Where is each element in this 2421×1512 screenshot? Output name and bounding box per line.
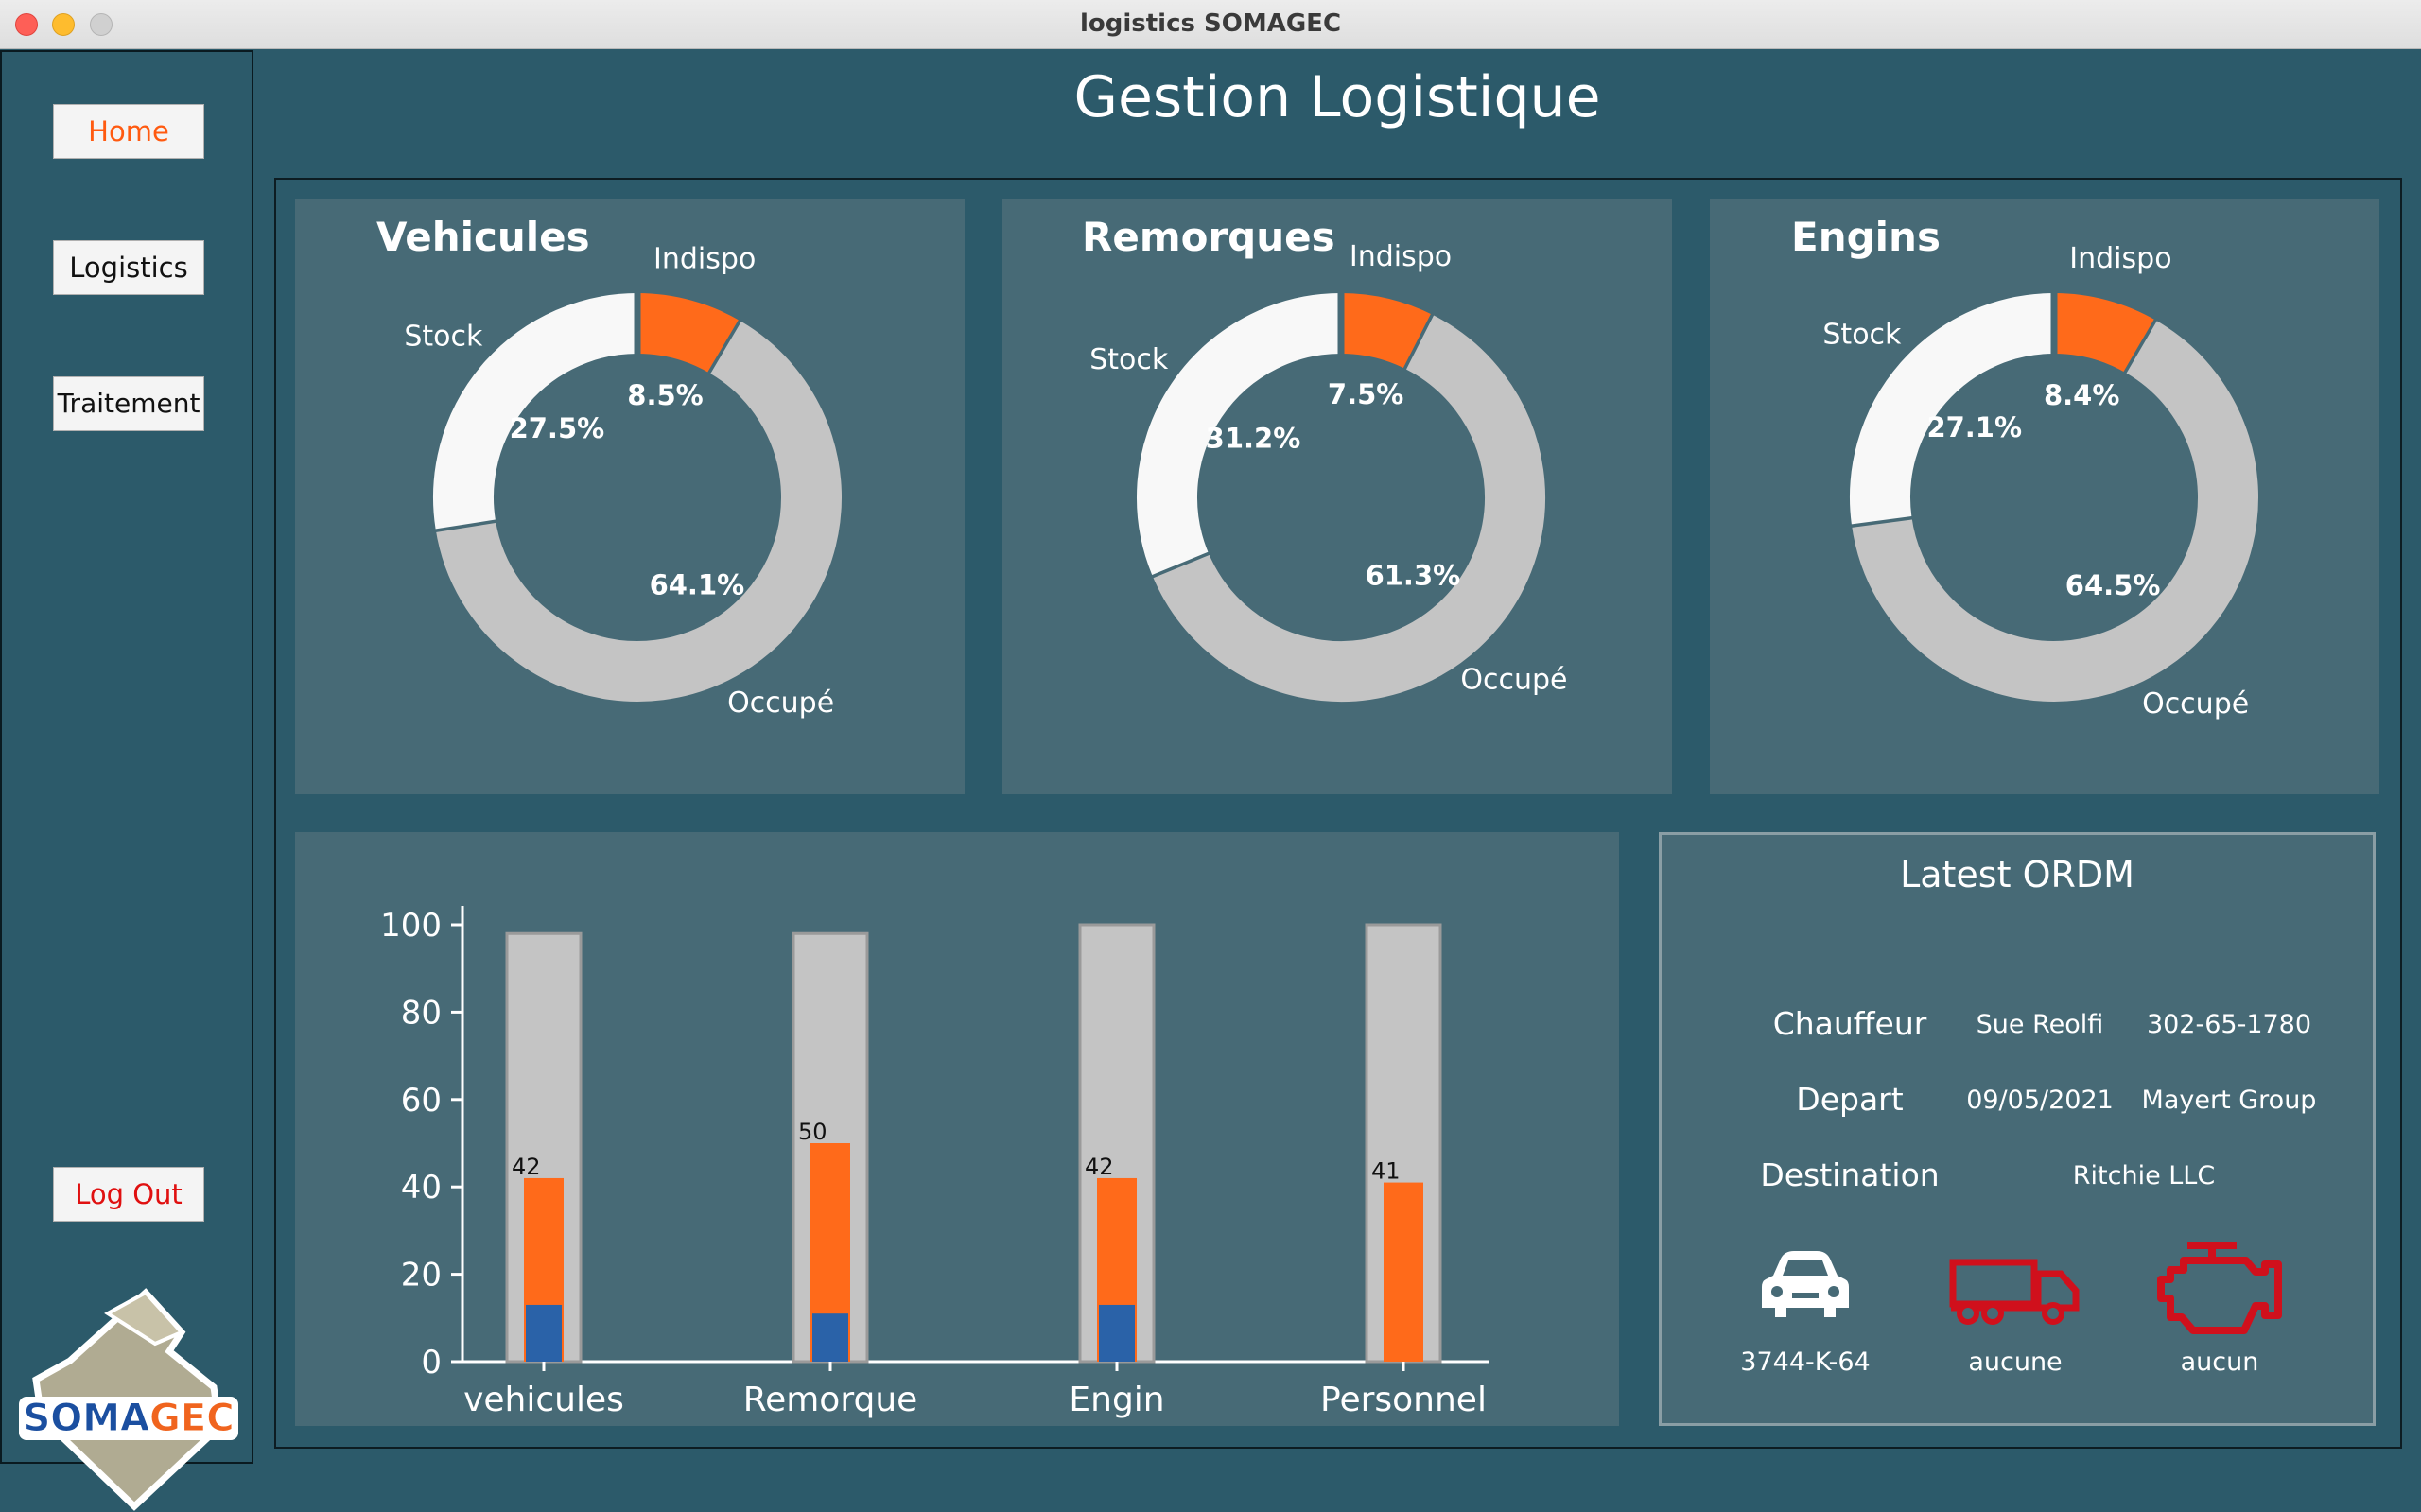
donut-percent-indispo: 8.5% xyxy=(627,379,703,411)
depart-label: Depart xyxy=(1796,1081,1904,1118)
ordm-title: Latest ORDM xyxy=(1900,854,2134,895)
donut-label-indispo: Indispo xyxy=(1350,240,1452,273)
bar-value-label-vehicules: 42 xyxy=(512,1154,541,1180)
car-icon xyxy=(1762,1251,1849,1317)
chauffeur-label: Chauffeur xyxy=(1772,1005,1927,1042)
y-tick-label: 80 xyxy=(401,994,442,1032)
donut-title-vehicules: Vehicules xyxy=(376,214,590,260)
bar-value-label-personnel: 41 xyxy=(1371,1158,1401,1185)
title-bar: logistics SOMAGEC xyxy=(0,0,2421,49)
depart-date: 09/05/2021 xyxy=(1966,1086,2114,1115)
sidebar: Home Logistics Traitement Log Out SOMAGE… xyxy=(0,50,253,1511)
donut-title-engins: Engins xyxy=(1791,214,1941,260)
donut-slice-indispo xyxy=(636,293,741,374)
donut-percent-stock: 27.1% xyxy=(1926,411,2022,443)
chauffeur-phone: 302-65-1780 xyxy=(2146,1010,2312,1039)
vehicle-plate: 3744-K-64 xyxy=(1740,1347,1871,1377)
capacity-bar-panel: 0 20 40 60 80 100 42 vehicules 50 Remorque 42 Engin… xyxy=(295,832,1619,1426)
bar-value-label-engin: 42 xyxy=(1085,1154,1114,1180)
truck-icon xyxy=(1949,1259,2080,1325)
x-tick-label-vehicules: vehicules xyxy=(463,1381,624,1419)
bar-used-personnel xyxy=(1384,1182,1423,1362)
capacity-bar-chart: 0 20 40 60 80 100 42 vehicules 50 Remorque 42 Engin… xyxy=(380,906,1489,1419)
donut-label-occupe: Occupé xyxy=(1460,664,1567,697)
donut-label-occupe: Occupé xyxy=(727,686,834,720)
vehicules-panel: Vehicules 8.5% Indispo 64.1% Occupé 27.5% Stoc… xyxy=(295,199,965,794)
chauffeur-name: Sue Reolfi xyxy=(1976,1010,2104,1039)
y-tick-label: 20 xyxy=(401,1257,442,1295)
donut-slice-indispo xyxy=(2053,293,2157,374)
x-tick-label-personnel: Personnel xyxy=(1320,1381,1487,1419)
y-tick-label: 100 xyxy=(380,907,442,945)
donut-label-occupe: Occupé xyxy=(2142,687,2249,721)
donut-percent-indispo: 8.4% xyxy=(2044,379,2119,411)
window-title: logistics SOMAGEC xyxy=(1079,9,1342,38)
traitement-button[interactable]: Traitement xyxy=(53,376,204,431)
logistics-button[interactable]: Logistics xyxy=(53,240,204,295)
bar-value-label-remorque: 50 xyxy=(798,1119,827,1145)
destination-label: Destination xyxy=(1760,1156,1940,1193)
donut-percent-stock: 31.2% xyxy=(1206,423,1301,455)
app-window: logistics SOMAGEC Home Logistics Traitem… xyxy=(0,0,2421,1511)
engins-panel: Engins 8.4% Indispo 64.5% Occupé 27.1% Stock xyxy=(1710,199,2379,794)
donut-percent-indispo: 7.5% xyxy=(1328,378,1403,410)
remorque-value: aucune xyxy=(1968,1347,2063,1377)
remorques-panel: Remorques 7.5% Indispo 61.3% Occupé 31.2% Stoc… xyxy=(1002,199,1672,794)
x-tick-label-engin: Engin xyxy=(1069,1381,1164,1419)
somagec-logo: SOMAGEC xyxy=(19,1288,238,1511)
y-tick-label: 60 xyxy=(401,1082,442,1120)
home-button[interactable]: Home xyxy=(53,104,204,159)
logout-button[interactable]: Log Out xyxy=(53,1167,204,1222)
engine-icon xyxy=(2157,1242,2282,1334)
donut-percent-occupe: 64.1% xyxy=(650,569,745,601)
donut-percent-occupe: 61.3% xyxy=(1366,559,1461,591)
bar-blue-vehicules xyxy=(526,1304,562,1362)
x-tick-label-remorque: Remorque xyxy=(743,1381,918,1419)
donut-label-indispo: Indispo xyxy=(2069,242,2171,275)
destination-value: Ritchie LLC xyxy=(2072,1161,2216,1190)
bar-blue-engin xyxy=(1099,1304,1135,1362)
bar-blue-remorque xyxy=(812,1313,848,1362)
y-tick-label: 0 xyxy=(421,1344,442,1382)
donut-label-indispo: Indispo xyxy=(653,242,756,275)
donut-percent-stock: 27.5% xyxy=(510,412,605,444)
donut-label-stock: Stock xyxy=(404,321,483,354)
logo-text: SOMAGEC xyxy=(23,1397,234,1440)
depart-place: Mayert Group xyxy=(2141,1086,2317,1115)
remorques-donut-chart: Remorques 7.5% Indispo 61.3% Occupé 31.2% Stoc… xyxy=(1082,214,1568,702)
vehicules-donut-chart: Vehicules 8.5% Indispo 64.1% Occupé 27.5% Stoc… xyxy=(376,214,842,720)
donut-percent-occupe: 64.5% xyxy=(2065,569,2161,601)
donut-label-stock: Stock xyxy=(1089,343,1169,376)
page-title: Gestion Logistique xyxy=(1073,64,1601,130)
donut-title-remorques: Remorques xyxy=(1082,214,1335,260)
engins-donut-chart: Engins 8.4% Indispo 64.5% Occupé 27.1% Stock xyxy=(1791,214,2258,721)
donut-slice-indispo xyxy=(1340,293,1435,370)
engin-value: aucun xyxy=(2180,1347,2259,1377)
latest-ordm-panel: Latest ORDM Chauffeur Sue Reolfi 302-65-… xyxy=(1659,832,2376,1426)
donut-label-stock: Stock xyxy=(1822,318,1902,351)
y-tick-label: 40 xyxy=(401,1169,442,1207)
